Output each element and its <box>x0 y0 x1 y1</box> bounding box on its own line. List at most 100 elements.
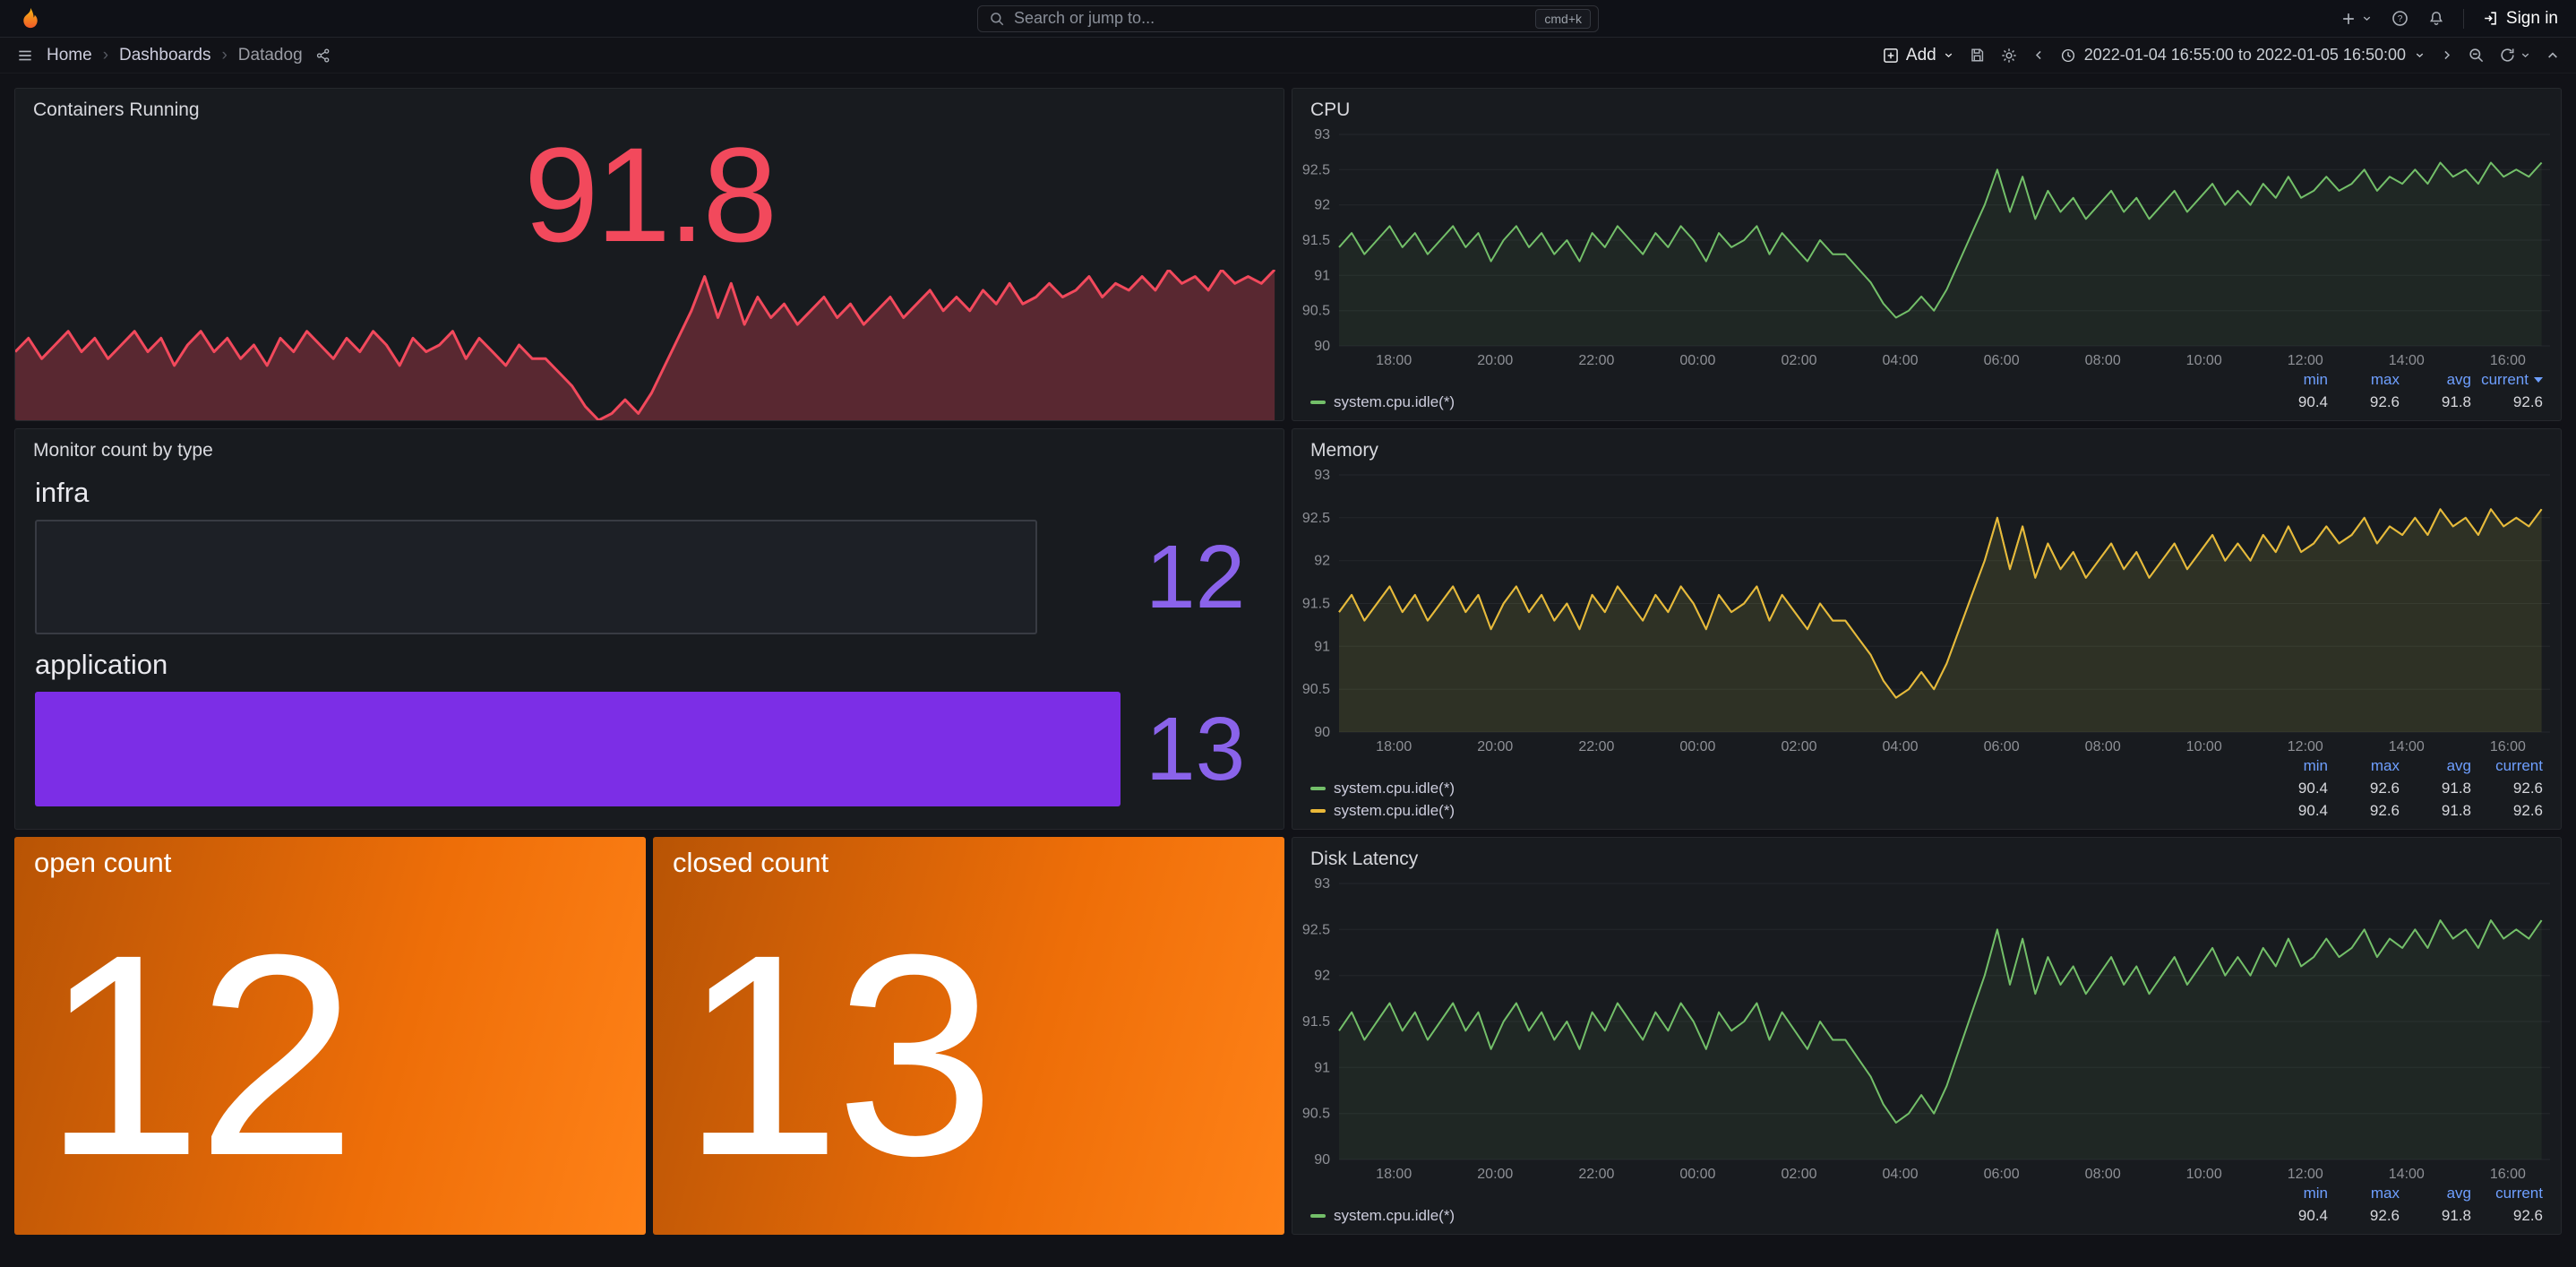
breadcrumb-home[interactable]: Home <box>47 46 92 65</box>
refresh-button[interactable] <box>2499 47 2531 64</box>
chevron-left-icon <box>2032 48 2046 62</box>
chevron-down-icon <box>2520 49 2531 61</box>
legend-sort-max[interactable]: max <box>2328 371 2400 389</box>
svg-text:92: 92 <box>1314 969 1330 984</box>
panel-closed-count: closed count 13 <box>653 837 1284 1235</box>
svg-text:91.5: 91.5 <box>1302 233 1330 248</box>
new-button[interactable] <box>2340 10 2373 28</box>
disk-latency-chart[interactable]: 9090.59191.59292.59318:0020:0022:0000:00… <box>1292 875 2561 1185</box>
panel-title[interactable]: open count <box>14 837 646 875</box>
bell-icon <box>2427 10 2445 28</box>
refresh-icon <box>2499 47 2516 64</box>
svg-text:91: 91 <box>1314 639 1330 654</box>
svg-text:93: 93 <box>1314 876 1330 892</box>
mega-menu-button[interactable] <box>16 47 34 65</box>
bar-gauge: infra 12 application 13 <box>15 466 1284 829</box>
breadcrumb-dashboards[interactable]: Dashboards <box>119 46 210 65</box>
legend-sort-avg[interactable]: avg <box>2400 757 2471 775</box>
collapse-toolbar-button[interactable] <box>2546 48 2560 63</box>
divider <box>2463 9 2464 29</box>
sort-caret-icon <box>2534 377 2543 383</box>
panel-title[interactable]: Monitor count by type <box>15 429 1284 466</box>
search-input[interactable]: Search or jump to... cmd+k <box>977 5 1599 32</box>
svg-text:04:00: 04:00 <box>1882 353 1918 368</box>
bottom-stat-row: open count 12 closed count 13 <box>14 837 1284 1235</box>
containers-sparkline-chart[interactable] <box>15 270 1284 420</box>
svg-text:14:00: 14:00 <box>2389 739 2425 754</box>
add-panel-button[interactable]: Add <box>1882 46 1954 65</box>
gauge-bar <box>35 692 1121 806</box>
chevron-right-icon <box>2440 48 2453 62</box>
time-shift-back-button[interactable] <box>2032 48 2046 62</box>
disk-legend: min max avg current system.cpu.idle(*) 9… <box>1292 1185 2561 1234</box>
svg-text:93: 93 <box>1314 468 1330 483</box>
svg-text:10:00: 10:00 <box>2186 353 2222 368</box>
svg-text:16:00: 16:00 <box>2490 739 2526 754</box>
share-button[interactable] <box>315 47 331 64</box>
series-name: system.cpu.idle(*) <box>1334 780 1455 797</box>
series-swatch-icon <box>1310 809 1326 813</box>
svg-text:06:00: 06:00 <box>1984 1167 2020 1182</box>
panel-title[interactable]: Memory <box>1292 429 2561 466</box>
panel-title[interactable]: closed count <box>653 837 1284 875</box>
series-swatch-icon <box>1310 1214 1326 1218</box>
legend-series[interactable]: system.cpu.idle(*) <box>1310 1207 1455 1225</box>
panel-disk-latency: Disk Latency 9090.59191.59292.59318:0020… <box>1292 837 2562 1235</box>
svg-text:92.5: 92.5 <box>1302 162 1330 177</box>
sign-in-button[interactable]: Sign in <box>2482 9 2558 29</box>
svg-text:20:00: 20:00 <box>1477 1167 1513 1182</box>
svg-text:20:00: 20:00 <box>1477 353 1513 368</box>
memory-legend: min max avg current system.cpu.idle(*) 9… <box>1292 757 2561 829</box>
legend-series[interactable]: system.cpu.idle(*) <box>1310 780 1455 797</box>
time-shift-forward-button[interactable] <box>2440 48 2453 62</box>
time-range-label: 2022-01-04 16:55:00 to 2022-01-05 16:50:… <box>2084 46 2406 65</box>
svg-text:90.5: 90.5 <box>1302 1107 1330 1122</box>
legend-sort-min[interactable]: min <box>2256 371 2328 389</box>
series-name: system.cpu.idle(*) <box>1334 802 1455 820</box>
legend-sort-avg[interactable]: avg <box>2400 371 2471 389</box>
svg-text:10:00: 10:00 <box>2186 739 2222 754</box>
save-dashboard-button[interactable] <box>1969 47 1986 64</box>
panel-title[interactable]: Disk Latency <box>1292 838 2561 875</box>
svg-text:92.5: 92.5 <box>1302 511 1330 526</box>
panel-containers-running: Containers Running 91.8 <box>14 88 1284 421</box>
legend-sort-current[interactable]: current <box>2471 371 2543 389</box>
svg-text:16:00: 16:00 <box>2490 353 2526 368</box>
svg-text:00:00: 00:00 <box>1679 353 1715 368</box>
share-icon <box>315 47 331 64</box>
svg-text:12:00: 12:00 <box>2288 1167 2323 1182</box>
svg-text:08:00: 08:00 <box>2085 739 2121 754</box>
chevron-up-icon <box>2546 48 2560 63</box>
dashboard-settings-button[interactable] <box>2000 47 2018 65</box>
open-count-value: 12 <box>14 875 646 1235</box>
legend-sort-min[interactable]: min <box>2256 757 2328 775</box>
svg-text:02:00: 02:00 <box>1781 353 1816 368</box>
legend-sort-current[interactable]: current <box>2471 1185 2543 1202</box>
svg-text:92: 92 <box>1314 198 1330 213</box>
time-range-picker[interactable]: 2022-01-04 16:55:00 to 2022-01-05 16:50:… <box>2060 46 2426 65</box>
memory-chart[interactable]: 9090.59191.59292.59318:0020:0022:0000:00… <box>1292 466 2561 757</box>
legend-sort-max[interactable]: max <box>2328 1185 2400 1202</box>
svg-text:90: 90 <box>1314 725 1330 740</box>
gauge-row-infra: infra 12 <box>35 477 1264 634</box>
legend-series[interactable]: system.cpu.idle(*) <box>1310 393 1455 411</box>
grafana-logo-icon[interactable] <box>18 6 43 31</box>
notifications-button[interactable] <box>2427 10 2445 28</box>
svg-text:90.5: 90.5 <box>1302 304 1330 319</box>
help-button[interactable]: ? <box>2391 9 2409 28</box>
search-placeholder: Search or jump to... <box>1014 9 1526 28</box>
panel-title[interactable]: CPU <box>1292 89 2561 125</box>
legend-values: 90.4 92.6 91.8 92.6 <box>2256 780 2543 797</box>
legend-sort-max[interactable]: max <box>2328 757 2400 775</box>
svg-text:90.5: 90.5 <box>1302 682 1330 697</box>
legend-sort-current[interactable]: current <box>2471 757 2543 775</box>
legend-sort-avg[interactable]: avg <box>2400 1185 2471 1202</box>
series-name: system.cpu.idle(*) <box>1334 393 1455 411</box>
zoom-out-button[interactable] <box>2468 47 2485 64</box>
legend-series[interactable]: system.cpu.idle(*) <box>1310 802 1455 820</box>
cpu-legend: min max avg current system.cpu.idle(*) 9… <box>1292 371 2561 420</box>
cpu-chart[interactable]: 9090.59191.59292.59318:0020:0022:0000:00… <box>1292 125 2561 371</box>
svg-text:04:00: 04:00 <box>1882 739 1918 754</box>
legend-sort-min[interactable]: min <box>2256 1185 2328 1202</box>
svg-text:12:00: 12:00 <box>2288 739 2323 754</box>
